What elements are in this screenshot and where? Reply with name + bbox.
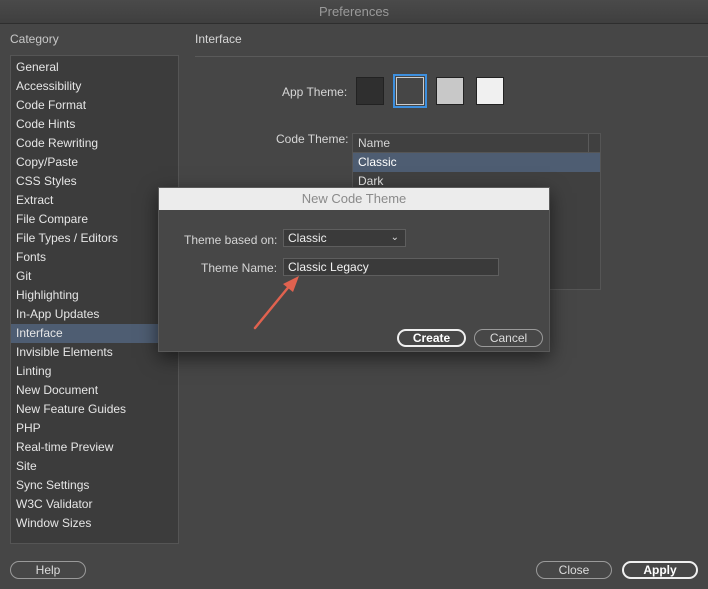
new-code-theme-dialog: New Code Theme Theme based on: Classic ⌄… (158, 187, 550, 352)
create-button[interactable]: Create (397, 329, 466, 347)
sidebar-item-real-time-preview[interactable]: Real-time Preview (11, 438, 178, 457)
list-item[interactable]: Classic (353, 153, 600, 172)
sidebar-item-code-rewriting[interactable]: Code Rewriting (11, 134, 178, 153)
app-theme-swatch-lightest[interactable] (476, 77, 504, 105)
help-button[interactable]: Help (10, 561, 86, 579)
sidebar-item-css-styles[interactable]: CSS Styles (11, 172, 178, 191)
sidebar-item-php[interactable]: PHP (11, 419, 178, 438)
app-theme-swatch-light[interactable] (436, 77, 464, 105)
sidebar-item-git[interactable]: Git (11, 267, 178, 286)
sidebar-item-new-feature-guides[interactable]: New Feature Guides (11, 400, 178, 419)
sidebar-item-in-app-updates[interactable]: In-App Updates (11, 305, 178, 324)
sidebar-item-general[interactable]: General (11, 58, 178, 77)
sidebar-item-linting[interactable]: Linting (11, 362, 178, 381)
theme-name-input[interactable]: Classic Legacy (283, 258, 499, 276)
app-theme-label: App Theme: (282, 85, 348, 99)
category-header: Category (10, 32, 59, 46)
close-button[interactable]: Close (536, 561, 612, 579)
sidebar-item-invisible-elements[interactable]: Invisible Elements (11, 343, 178, 362)
apply-button[interactable]: Apply (622, 561, 698, 579)
theme-based-on-value: Classic (288, 231, 327, 245)
cancel-button[interactable]: Cancel (474, 329, 543, 347)
app-theme-swatch-darkest[interactable] (356, 77, 384, 105)
list-column-header[interactable]: Name (353, 134, 600, 153)
sidebar-item-copy-paste[interactable]: Copy/Paste (11, 153, 178, 172)
sidebar-item-accessibility[interactable]: Accessibility (11, 77, 178, 96)
theme-based-on-select[interactable]: Classic ⌄ (283, 229, 406, 247)
annotation-arrow-icon (253, 276, 299, 330)
sidebar-item-w3c-validator[interactable]: W3C Validator (11, 495, 178, 514)
code-theme-label: Code Theme: (276, 132, 349, 146)
sidebar-item-window-sizes[interactable]: Window Sizes (11, 514, 178, 533)
sidebar-item-extract[interactable]: Extract (11, 191, 178, 210)
window-title: Preferences (0, 0, 708, 24)
theme-based-on-label: Theme based on: (184, 233, 278, 247)
sidebar-item-file-types-editors[interactable]: File Types / Editors (11, 229, 178, 248)
sidebar-item-new-document[interactable]: New Document (11, 381, 178, 400)
section-divider (195, 56, 708, 57)
section-title: Interface (195, 32, 242, 46)
category-list[interactable]: General Accessibility Code Format Code H… (10, 55, 179, 544)
sidebar-item-highlighting[interactable]: Highlighting (11, 286, 178, 305)
sidebar-item-code-format[interactable]: Code Format (11, 96, 178, 115)
sidebar-item-file-compare[interactable]: File Compare (11, 210, 178, 229)
sidebar-item-sync-settings[interactable]: Sync Settings (11, 476, 178, 495)
sidebar-item-interface[interactable]: Interface (11, 324, 178, 343)
sidebar-item-fonts[interactable]: Fonts (11, 248, 178, 267)
sidebar-item-site[interactable]: Site (11, 457, 178, 476)
chevron-down-icon: ⌄ (390, 232, 399, 243)
sidebar-item-code-hints[interactable]: Code Hints (11, 115, 178, 134)
dialog-title: New Code Theme (159, 188, 549, 210)
app-theme-swatch-dark[interactable] (393, 74, 427, 108)
